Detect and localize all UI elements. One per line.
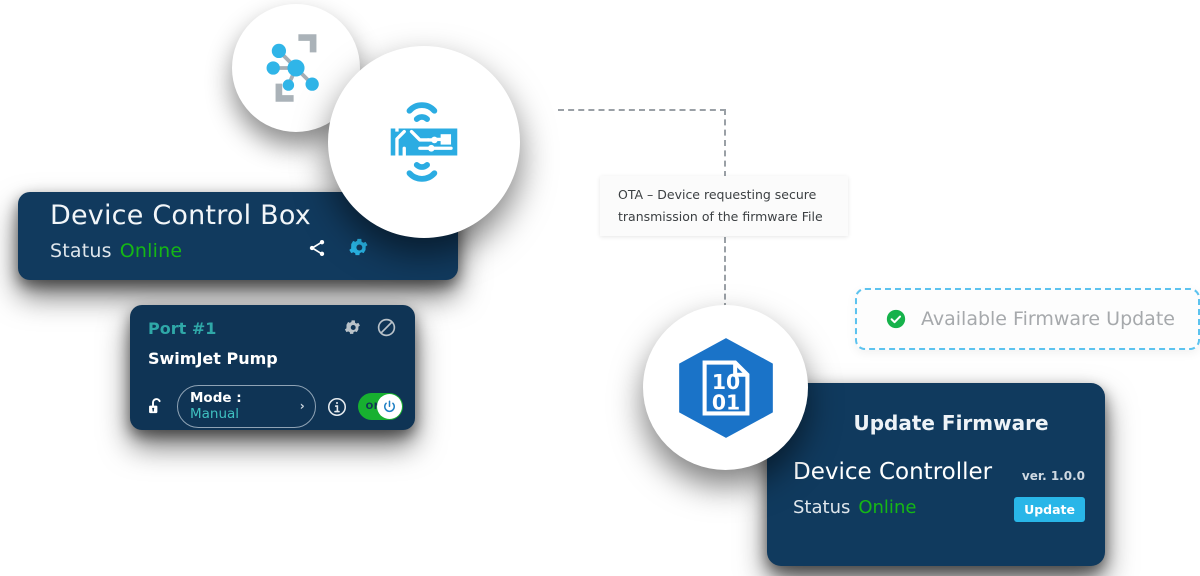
ota-tooltip-line-2: transmission of the firmware File — [618, 209, 823, 224]
wireless-circuit-board-icon — [390, 102, 458, 182]
wireless-circuit-board-badge — [328, 46, 520, 238]
status-value: Online — [119, 240, 183, 262]
port-card[interactable]: Port #1 SwimJet Pump Mode: Manual › ON — [130, 305, 415, 430]
ota-tooltip-line-1: OTA – Device requesting secure — [618, 187, 817, 203]
network-nodes-icon — [266, 34, 319, 102]
port-card-controls: Mode : Manual › ON — [146, 385, 403, 428]
gear-icon[interactable] — [347, 236, 370, 259]
connector-vertical-bottom — [724, 237, 726, 309]
firmware-version: ver. 1.0.0 — [1021, 469, 1085, 483]
firmware-device-name: Device Controller — [793, 459, 993, 485]
info-icon[interactable] — [326, 396, 348, 418]
diagram-stage: OTA – Device requesting secure transmiss… — [0, 0, 1200, 576]
firmware-status: Status Online — [793, 497, 916, 518]
status-value: Online — [858, 497, 917, 518]
device-control-box-status: Status Online — [50, 240, 182, 262]
update-firmware-title: Update Firmware — [853, 411, 1049, 435]
ota-tooltip: OTA – Device requesting secure transmiss… — [600, 176, 848, 236]
gear-icon[interactable] — [343, 318, 362, 337]
block-icon[interactable] — [376, 317, 397, 338]
status-label: Status — [50, 240, 112, 262]
chevron-right-icon: › — [299, 399, 305, 413]
device-control-box-icons — [307, 236, 370, 259]
port-card-icons — [343, 317, 397, 338]
port-label: Port #1 — [148, 319, 217, 338]
binary-file-badge: 10 01 — [643, 305, 808, 470]
available-firmware-update-banner[interactable]: Available Firmware Update — [855, 288, 1200, 350]
toggle-knob — [377, 394, 402, 419]
port-device-name: SwimJet Pump — [148, 349, 278, 368]
share-icon[interactable] — [307, 238, 327, 258]
unlock-icon[interactable] — [146, 396, 167, 417]
device-control-box-title: Device Control Box — [50, 200, 311, 231]
update-firmware-card[interactable]: Update Firmware Device Controller ver. 1… — [767, 383, 1105, 566]
binary-file-hexagon-icon: 10 01 — [678, 337, 773, 438]
power-toggle[interactable]: ON — [357, 393, 403, 420]
mode-key: Mode : — [190, 390, 242, 406]
binary-digits-bottom: 01 — [711, 390, 739, 414]
mode-label: Mode : Manual — [190, 390, 284, 422]
mode-selector[interactable]: Mode : Manual › — [177, 385, 316, 428]
connector-vertical-top — [724, 109, 726, 177]
check-circle-icon — [885, 308, 907, 330]
status-label: Status — [793, 497, 851, 518]
update-button[interactable]: Update — [1014, 497, 1085, 522]
connector-horizontal — [558, 109, 726, 111]
mode-value: Manual — [190, 406, 240, 422]
available-firmware-update-text: Available Firmware Update — [921, 308, 1175, 330]
